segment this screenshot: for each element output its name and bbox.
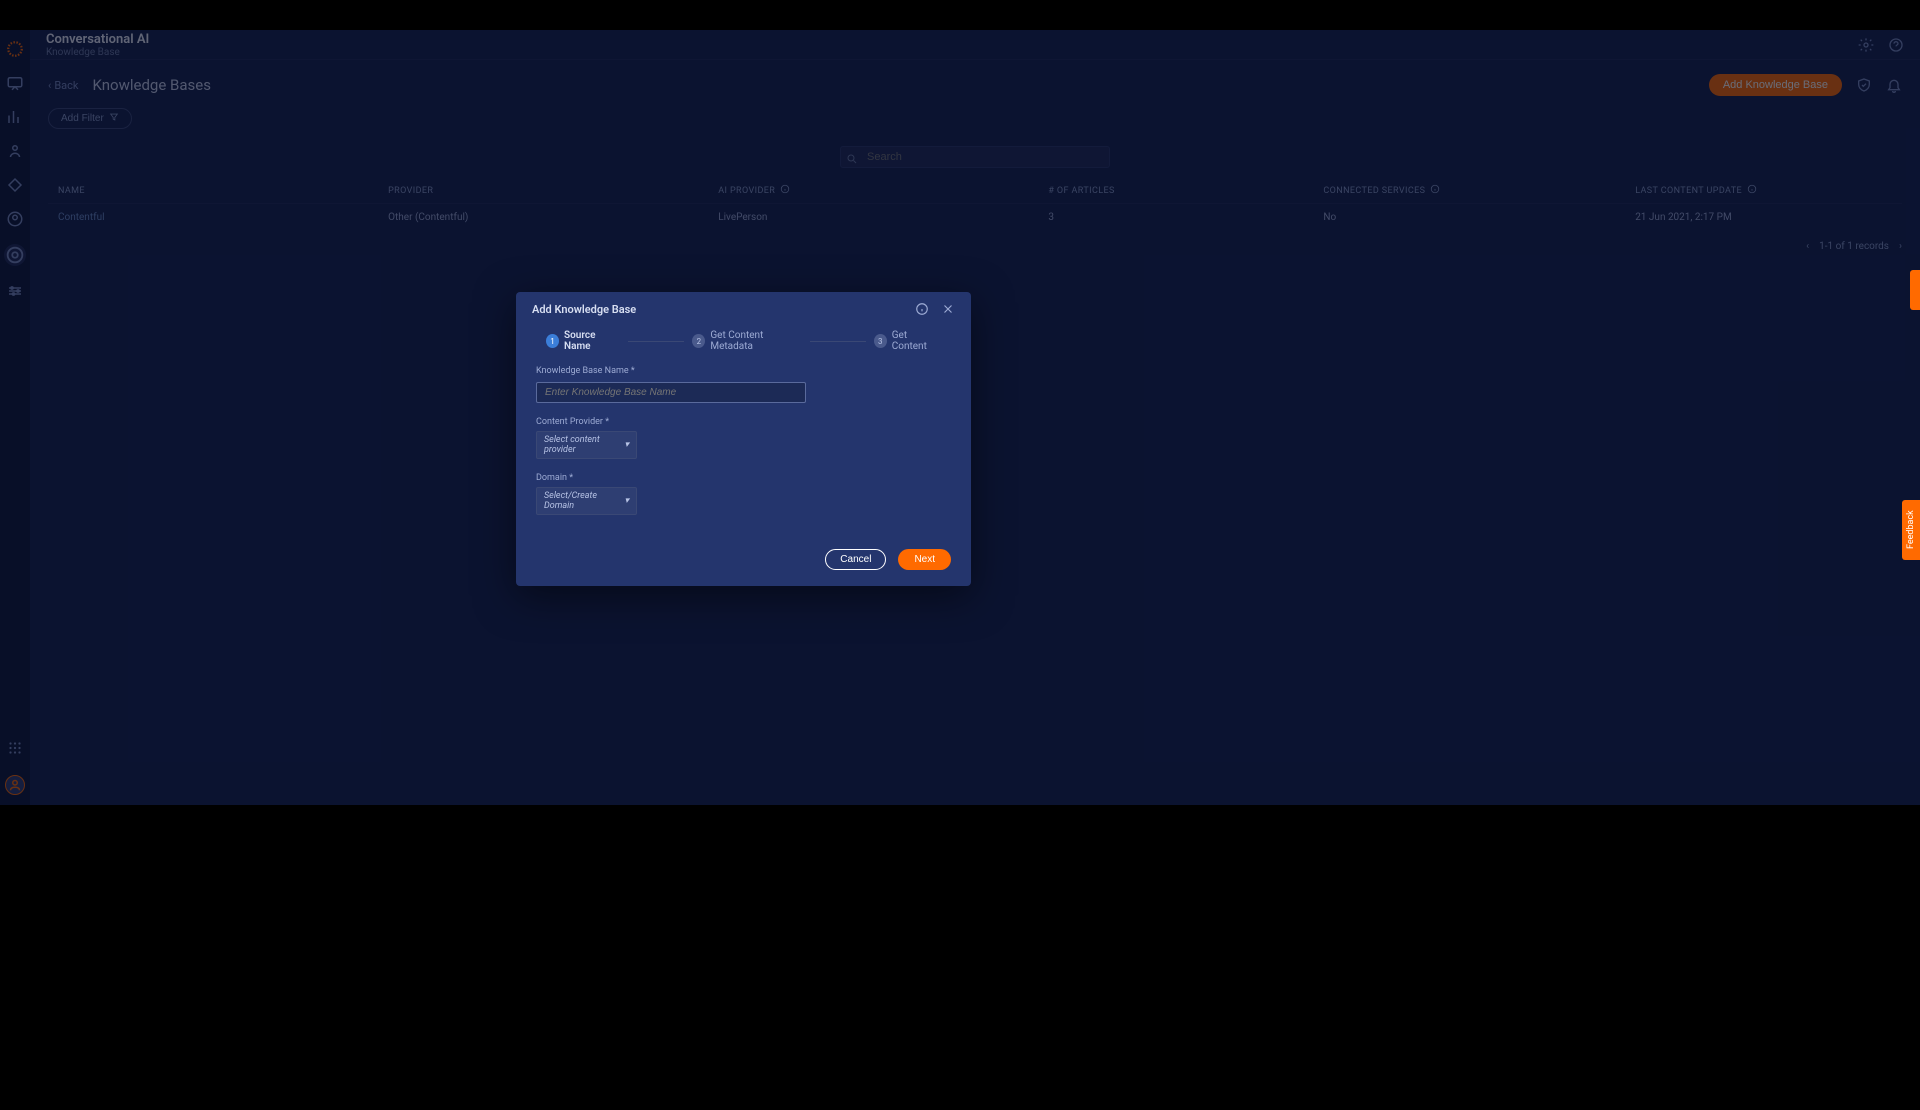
content-provider-value: Select content provider: [544, 435, 624, 455]
kb-name-label: Knowledge Base Name *: [536, 366, 951, 376]
step-2: 2 Get Content Metadata: [692, 330, 801, 352]
content-provider-label: Content Provider *: [536, 417, 951, 427]
cancel-button[interactable]: Cancel: [825, 549, 886, 570]
content-provider-select[interactable]: Select content provider ▾: [536, 431, 637, 459]
feedback-tab[interactable]: Feedback: [1902, 500, 1920, 560]
feedback-label: Feedback: [1906, 511, 1916, 550]
next-button[interactable]: Next: [898, 549, 951, 570]
domain-label: Domain *: [536, 473, 951, 483]
add-kb-modal: Add Knowledge Base 1 Source Name 2 Get C…: [516, 292, 971, 586]
domain-select[interactable]: Select/Create Domain ▾: [536, 487, 637, 515]
step-3-label: Get Content: [892, 330, 941, 352]
step-1-label: Source Name: [564, 330, 620, 352]
step-divider: [628, 341, 684, 342]
step-1-num: 1: [546, 334, 559, 348]
modal-title: Add Knowledge Base: [532, 303, 636, 316]
chevron-down-icon: ▾: [624, 496, 629, 506]
step-1: 1 Source Name: [546, 330, 620, 352]
modal-info-icon[interactable]: [915, 302, 929, 316]
step-divider: [810, 341, 866, 342]
modal-stepper: 1 Source Name 2 Get Content Metadata 3 G…: [516, 326, 971, 366]
edge-tab[interactable]: [1910, 270, 1920, 310]
step-2-num: 2: [692, 334, 705, 348]
domain-value: Select/Create Domain: [544, 491, 624, 511]
step-2-label: Get Content Metadata: [710, 330, 801, 352]
chevron-down-icon: ▾: [624, 440, 629, 450]
step-3-num: 3: [874, 334, 887, 348]
step-3: 3 Get Content: [874, 330, 941, 352]
close-icon[interactable]: [941, 302, 955, 316]
kb-name-input[interactable]: [536, 382, 806, 403]
